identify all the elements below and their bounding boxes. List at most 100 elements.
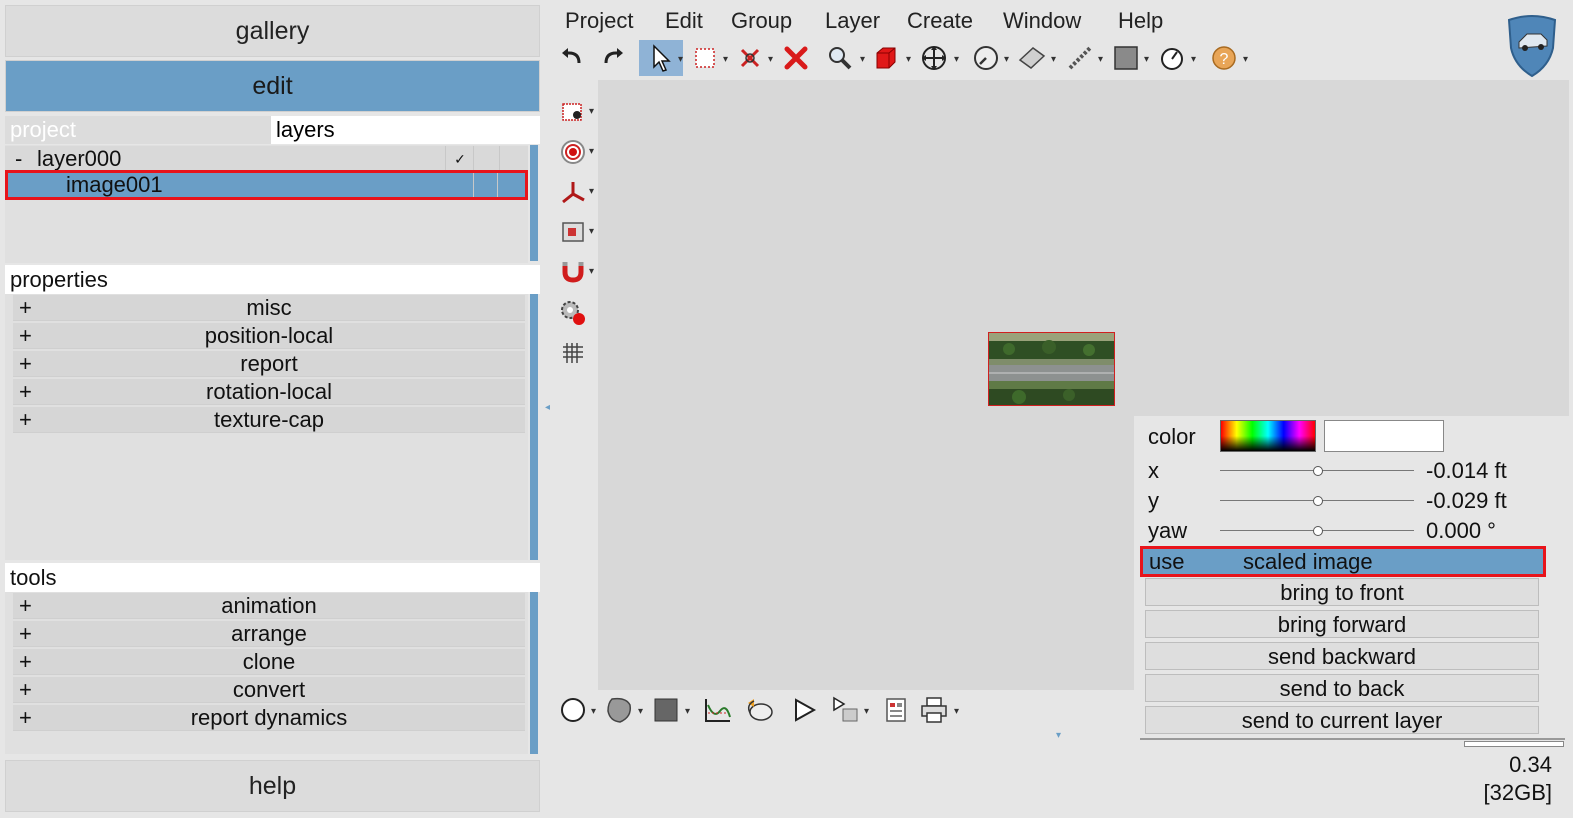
menu-layer[interactable]: Layer bbox=[825, 6, 880, 36]
report-sheet-icon[interactable] bbox=[879, 693, 913, 727]
dropdown-dot-icon[interactable]: ▾ bbox=[1144, 54, 1149, 65]
tool-item-animation[interactable]: + animation bbox=[13, 593, 525, 619]
property-item-position-local[interactable]: + position-local bbox=[13, 323, 525, 349]
dropdown-dot-icon[interactable]: ▾ bbox=[589, 266, 594, 277]
settings-gear-icon[interactable] bbox=[556, 296, 590, 330]
zoom-icon[interactable] bbox=[822, 40, 858, 76]
menu-create[interactable]: Create bbox=[907, 6, 973, 36]
tool-item-report-dynamics[interactable]: + report dynamics bbox=[13, 705, 525, 731]
target-icon[interactable] bbox=[556, 135, 590, 169]
dropdown-dot-icon[interactable]: ▾ bbox=[723, 54, 728, 65]
menu-window[interactable]: Window bbox=[1003, 6, 1081, 36]
dropdown-dot-icon[interactable]: ▾ bbox=[589, 186, 594, 197]
dropdown-dot-icon[interactable]: ▾ bbox=[591, 706, 596, 717]
dropdown-dot-icon[interactable]: ▾ bbox=[1051, 54, 1056, 65]
color-swatch[interactable] bbox=[1324, 420, 1444, 452]
square-shape-icon[interactable] bbox=[649, 693, 683, 727]
help-button[interactable]: help bbox=[5, 760, 540, 812]
help-icon[interactable]: ? bbox=[1206, 40, 1242, 76]
color-spectrum-picker[interactable] bbox=[1220, 420, 1316, 452]
dropdown-dot-icon[interactable]: ▾ bbox=[1004, 54, 1009, 65]
plane-square-icon[interactable] bbox=[1108, 40, 1144, 76]
select-box-icon[interactable] bbox=[687, 40, 723, 76]
dropdown-dot-icon[interactable]: ▾ bbox=[589, 146, 594, 157]
dropdown-dot-icon[interactable]: ▾ bbox=[1191, 54, 1196, 65]
tool-item-convert[interactable]: + convert bbox=[13, 677, 525, 703]
undo-icon[interactable] bbox=[554, 40, 590, 76]
dropdown-dot-icon[interactable]: ▾ bbox=[678, 54, 683, 65]
bring-forward-button[interactable]: bring forward bbox=[1145, 610, 1539, 638]
menu-project[interactable]: Project bbox=[565, 6, 633, 36]
dropdown-dot-icon[interactable]: ▾ bbox=[1098, 54, 1103, 65]
magnet-icon[interactable] bbox=[556, 255, 590, 289]
dropdown-dot-icon[interactable]: ▾ bbox=[860, 54, 865, 65]
dropdown-dot-icon[interactable]: ▾ bbox=[768, 54, 773, 65]
dropdown-dot-icon[interactable]: ▾ bbox=[954, 706, 959, 717]
measure-icon[interactable] bbox=[1062, 40, 1098, 76]
delete-connection-icon[interactable] bbox=[732, 40, 768, 76]
grid-icon[interactable] bbox=[556, 336, 590, 370]
gallery-button[interactable]: gallery bbox=[5, 5, 540, 57]
expand-bottom-icon[interactable]: ▾ bbox=[1056, 730, 1061, 741]
aerial-image[interactable] bbox=[988, 332, 1115, 406]
collapse-toggle[interactable]: - bbox=[15, 146, 22, 172]
select-arrow-icon[interactable] bbox=[639, 40, 683, 76]
play-icon[interactable] bbox=[787, 693, 821, 727]
camera-view-icon[interactable] bbox=[556, 95, 590, 129]
x-value[interactable]: -0.014 ft bbox=[1426, 458, 1507, 484]
menu-group[interactable]: Group bbox=[731, 6, 792, 36]
rotate-dial-icon[interactable] bbox=[968, 40, 1004, 76]
tools-scrollbar[interactable] bbox=[530, 592, 538, 754]
edit-button[interactable]: edit bbox=[5, 60, 540, 112]
dropdown-dot-icon[interactable]: ▾ bbox=[589, 226, 594, 237]
tool-item-arrange[interactable]: + arrange bbox=[13, 621, 525, 647]
dropdown-dot-icon[interactable]: ▾ bbox=[864, 706, 869, 717]
visible-check[interactable]: ✓ bbox=[445, 146, 474, 172]
y-slider-handle[interactable] bbox=[1313, 496, 1323, 506]
dropdown-dot-icon[interactable]: ▾ bbox=[906, 54, 911, 65]
properties-scrollbar[interactable] bbox=[530, 294, 538, 560]
print-icon[interactable] bbox=[917, 693, 951, 727]
extra-cell[interactable] bbox=[499, 146, 528, 172]
send-backward-button[interactable]: send backward bbox=[1145, 642, 1539, 670]
tree-row-image[interactable]: image001 bbox=[5, 170, 528, 200]
play-sequence-icon[interactable] bbox=[829, 693, 863, 727]
surface-icon[interactable] bbox=[1014, 40, 1050, 76]
animate-spin-icon[interactable] bbox=[743, 693, 777, 727]
yaw-slider-handle[interactable] bbox=[1313, 526, 1323, 536]
x-slider-handle[interactable] bbox=[1313, 466, 1323, 476]
delete-icon[interactable] bbox=[778, 40, 814, 76]
blob-shape-icon[interactable] bbox=[602, 693, 636, 727]
dropdown-dot-icon[interactable]: ▾ bbox=[685, 706, 690, 717]
send-to-back-button[interactable]: send to back bbox=[1145, 674, 1539, 702]
dropdown-dot-icon[interactable]: ▾ bbox=[589, 106, 594, 117]
dropdown-dot-icon[interactable]: ▾ bbox=[638, 706, 643, 717]
collapse-panel-icon[interactable]: ◂ bbox=[545, 402, 550, 413]
box-3d-icon[interactable] bbox=[868, 40, 904, 76]
lock-cell[interactable] bbox=[473, 146, 500, 172]
dropdown-dot-icon[interactable]: ▾ bbox=[1243, 54, 1248, 65]
menu-edit[interactable]: Edit bbox=[665, 6, 703, 36]
circle-shape-icon[interactable] bbox=[556, 693, 590, 727]
axes-icon[interactable] bbox=[556, 175, 590, 209]
yaw-value[interactable]: 0.000 ° bbox=[1426, 518, 1496, 544]
tool-item-clone[interactable]: + clone bbox=[13, 649, 525, 675]
extra-cell[interactable] bbox=[497, 173, 524, 197]
property-item-report[interactable]: + report bbox=[13, 351, 525, 377]
send-to-current-layer-button[interactable]: send to current layer bbox=[1145, 706, 1539, 734]
property-item-misc[interactable]: + misc bbox=[13, 295, 525, 321]
tab-layers[interactable]: layers bbox=[271, 116, 540, 144]
viewport-canvas-extension[interactable] bbox=[1134, 80, 1569, 416]
move-pan-icon[interactable] bbox=[916, 40, 952, 76]
tree-row-layer[interactable]: - layer000 ✓ bbox=[5, 146, 528, 172]
redo-icon[interactable] bbox=[595, 40, 631, 76]
property-item-texture-cap[interactable]: + texture-cap bbox=[13, 407, 525, 433]
dropdown-dot-icon[interactable]: ▾ bbox=[954, 54, 959, 65]
property-item-rotation-local[interactable]: + rotation-local bbox=[13, 379, 525, 405]
tab-project[interactable]: project bbox=[5, 116, 271, 144]
chart-plot-icon[interactable] bbox=[700, 693, 734, 727]
gauge-icon[interactable] bbox=[1154, 40, 1190, 76]
layers-scrollbar[interactable] bbox=[530, 145, 538, 261]
texture-icon[interactable] bbox=[556, 215, 590, 249]
lock-cell[interactable] bbox=[473, 173, 498, 197]
